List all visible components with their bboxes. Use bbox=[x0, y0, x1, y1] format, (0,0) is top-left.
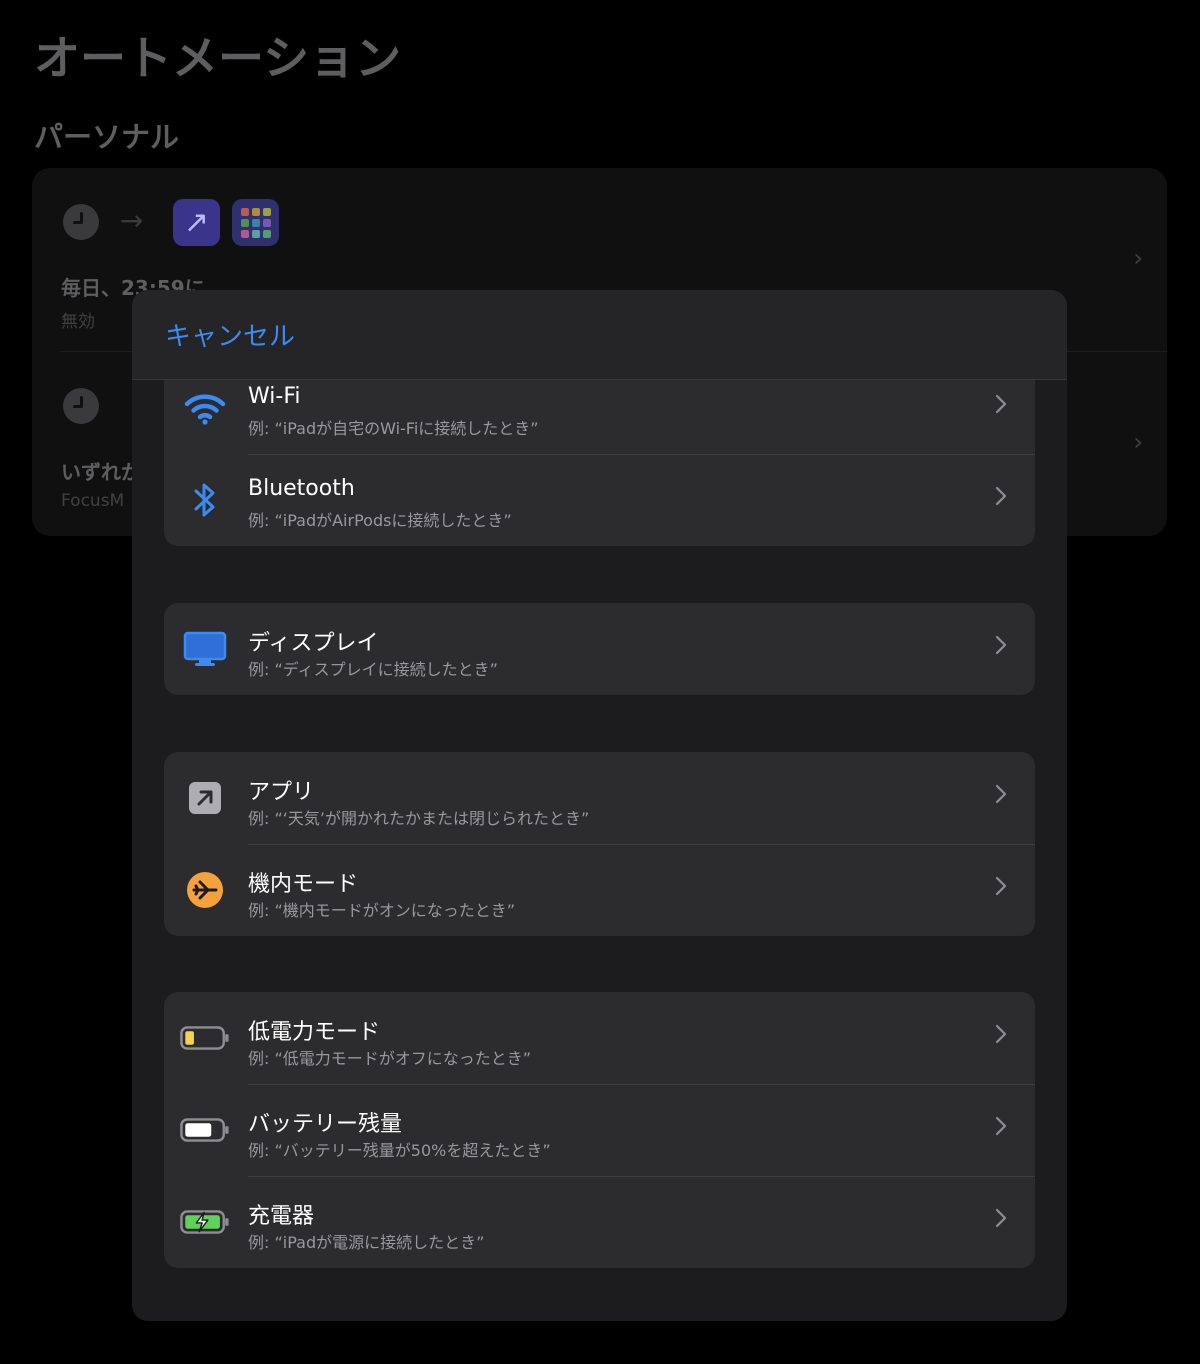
trigger-title: Bluetooth bbox=[248, 476, 355, 501]
chevron-right-icon bbox=[995, 635, 1007, 655]
trigger-title: Wi-Fi bbox=[248, 384, 301, 409]
chevron-right-icon bbox=[995, 1024, 1007, 1044]
display-icon bbox=[180, 625, 230, 673]
trigger-row-airplane-mode[interactable]: 機内モード 例: “機内モードがオンになったとき” bbox=[164, 844, 1035, 936]
automation-status: FocusM bbox=[61, 491, 125, 511]
trigger-row-charger[interactable]: 充電器 例: “iPadが電源に接続したとき” bbox=[164, 1176, 1035, 1268]
chevron-right-icon bbox=[995, 1208, 1007, 1228]
trigger-title: 機内モード bbox=[248, 872, 359, 897]
trigger-title: ディスプレイ bbox=[248, 631, 379, 656]
trigger-row-battery-level[interactable]: バッテリー残量 例: “バッテリー残量が50%を超えたとき” bbox=[164, 1084, 1035, 1176]
section-header-personal: パーソナル bbox=[34, 120, 180, 154]
trigger-row-bluetooth[interactable]: Bluetooth 例: “iPadがAirPodsに接続したとき” bbox=[164, 454, 1035, 546]
automation-status: 無効 bbox=[61, 312, 95, 332]
clock-icon bbox=[63, 388, 99, 424]
trigger-title: バッテリー残量 bbox=[248, 1112, 403, 1137]
chevron-right-icon: › bbox=[1133, 244, 1143, 272]
chevron-right-icon bbox=[995, 784, 1007, 804]
chevron-right-icon bbox=[995, 486, 1007, 506]
trigger-example: 例: “iPadがAirPodsに接続したとき” bbox=[248, 511, 512, 530]
chevron-right-icon bbox=[995, 394, 1007, 414]
low-power-battery-icon bbox=[180, 1014, 230, 1062]
trigger-title: 低電力モード bbox=[248, 1020, 381, 1045]
trigger-example: 例: “機内モードがオンになったとき” bbox=[248, 901, 516, 920]
trigger-title: アプリ bbox=[248, 780, 315, 805]
trigger-row-app[interactable]: アプリ 例: “‘天気’が開かれたかまたは閉じられたとき” bbox=[164, 752, 1035, 844]
trigger-group-battery: 低電力モード 例: “低電力モードがオフになったとき” バッテリー残量 例: “… bbox=[164, 992, 1035, 1268]
trigger-example: 例: “iPadが電源に接続したとき” bbox=[248, 1233, 485, 1252]
trigger-group-display: ディスプレイ 例: “ディスプレイに接続したとき” bbox=[164, 603, 1035, 695]
trigger-example: 例: “‘天気’が開かれたかまたは閉じられたとき” bbox=[248, 809, 590, 828]
app-icon bbox=[180, 774, 230, 822]
chevron-right-icon: › bbox=[1133, 428, 1143, 456]
trigger-picker-sheet: キャンセル Wi-Fi 例: “iPadが自宅のWi-Fiに接続したとき” Bl… bbox=[132, 290, 1067, 1321]
trigger-row-display[interactable]: ディスプレイ 例: “ディスプレイに接続したとき” bbox=[164, 603, 1035, 695]
chevron-right-icon bbox=[995, 1116, 1007, 1136]
open-app-icon: ↗ bbox=[173, 199, 220, 246]
trigger-title: 充電器 bbox=[248, 1204, 315, 1229]
battery-icon bbox=[180, 1106, 230, 1154]
app-grid-icon bbox=[232, 199, 279, 246]
trigger-row-low-power-mode[interactable]: 低電力モード 例: “低電力モードがオフになったとき” bbox=[164, 992, 1035, 1084]
trigger-example: 例: “ディスプレイに接続したとき” bbox=[248, 660, 498, 679]
arrow-right-icon: → bbox=[120, 204, 144, 237]
trigger-example: 例: “バッテリー残量が50%を超えたとき” bbox=[248, 1141, 551, 1160]
trigger-group-app: アプリ 例: “‘天気’が開かれたかまたは閉じられたとき” 機内モード 例: “… bbox=[164, 752, 1035, 936]
chevron-right-icon bbox=[995, 876, 1007, 896]
bluetooth-icon bbox=[180, 476, 230, 524]
charging-battery-icon bbox=[180, 1198, 230, 1246]
automation-title: いずれか bbox=[61, 460, 141, 484]
page-title: オートメーション bbox=[34, 31, 402, 85]
trigger-group-connectivity: Wi-Fi 例: “iPadが自宅のWi-Fiに接続したとき” Bluetoot… bbox=[164, 362, 1035, 546]
clock-icon bbox=[63, 204, 99, 240]
sheet-header: キャンセル bbox=[132, 290, 1067, 380]
airplane-icon bbox=[180, 866, 230, 914]
trigger-example: 例: “低電力モードがオフになったとき” bbox=[248, 1049, 532, 1068]
wifi-icon bbox=[180, 384, 230, 432]
trigger-example: 例: “iPadが自宅のWi-Fiに接続したとき” bbox=[248, 419, 539, 438]
cancel-button[interactable]: キャンセル bbox=[165, 316, 295, 353]
